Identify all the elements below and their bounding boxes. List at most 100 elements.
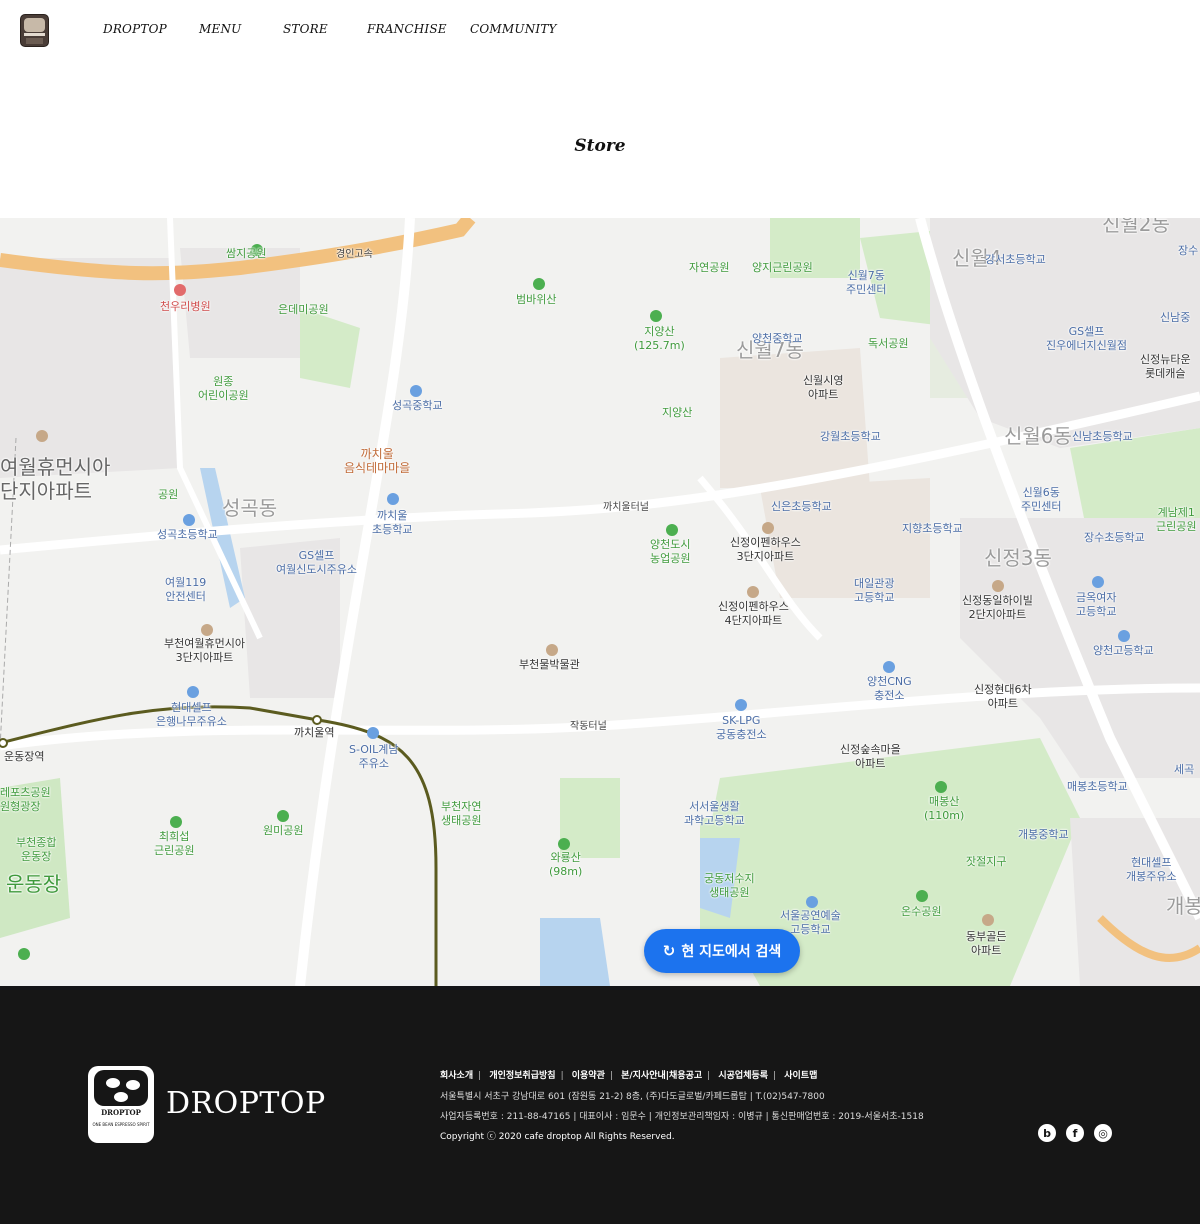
gas-station-marker-icon[interactable] — [187, 686, 199, 698]
map-label: 와룡산 (98m) — [549, 851, 583, 878]
apartment-marker-icon[interactable] — [762, 522, 774, 534]
map-label: SK-LPG 궁동충전소 — [716, 714, 767, 741]
apartment-marker-icon[interactable] — [982, 914, 994, 926]
gas-station-marker-icon[interactable] — [367, 727, 379, 739]
map-label: 신정이펜하우스 3단지아파트 — [730, 536, 801, 563]
coffee-bean-icon — [94, 1070, 148, 1106]
map-label: 매봉초등학교 — [1067, 780, 1128, 793]
map-label: 신월7동 주민센터 — [846, 269, 887, 296]
map-label: 지향초등학교 — [902, 522, 963, 535]
map-label: 대일관광 고등학교 — [854, 577, 895, 604]
mountain-marker-icon[interactable] — [650, 310, 662, 322]
map-label: 신은초등학교 — [771, 500, 832, 513]
instagram-icon[interactable]: ◎ — [1094, 1124, 1112, 1142]
gas-station-marker-icon[interactable] — [735, 699, 747, 711]
school-marker-icon[interactable] — [410, 385, 422, 397]
blog-icon[interactable]: b — [1038, 1124, 1056, 1142]
school-marker-icon[interactable] — [806, 896, 818, 908]
map-label: 신월6동 주민센터 — [1021, 486, 1062, 513]
map-label: 쌈지공원 — [226, 247, 267, 260]
map-label: 신정3동 — [984, 546, 1052, 570]
subway-station-marker[interactable] — [312, 715, 322, 725]
droptop-logo[interactable] — [20, 14, 49, 47]
map-label: 동부골든 아파트 — [966, 930, 1007, 957]
footer-address: 서울특별시 서초구 강남대로 601 (잠원동 21-2) 8층, (주)다도글… — [440, 1092, 825, 1102]
search-current-map-button[interactable]: ↻ 현 지도에서 검색 — [644, 929, 800, 973]
map-label: 양천도시 농업공원 — [650, 538, 691, 565]
map-label: 신남중 — [1160, 311, 1191, 324]
nav-menu[interactable]: MENU — [199, 22, 241, 36]
park-marker-icon[interactable] — [277, 810, 289, 822]
site-header: DROPTOP MENU STORE FRANCHISE COMMUNITY — [0, 0, 1200, 62]
map-label: 개봉 — [1166, 894, 1200, 918]
facebook-icon[interactable]: f — [1066, 1124, 1084, 1142]
museum-marker-icon[interactable] — [546, 644, 558, 656]
map-label: 은데미공원 — [278, 303, 329, 316]
park-marker-icon[interactable] — [18, 948, 30, 960]
school-marker-icon[interactable] — [1092, 576, 1104, 588]
gas-station-marker-icon[interactable] — [883, 661, 895, 673]
school-marker-icon[interactable] — [387, 493, 399, 505]
map-label: 양지근린공원 — [752, 261, 813, 274]
park-marker-icon[interactable] — [666, 524, 678, 536]
map-label: 지양산 (125.7m) — [634, 325, 685, 352]
nav-droptop[interactable]: DROPTOP — [103, 22, 167, 36]
nav-franchise[interactable]: FRANCHISE — [367, 22, 447, 36]
map-label: 강월초등학교 — [820, 430, 881, 443]
map-label: 신남초등학교 — [1072, 430, 1133, 443]
map-label: 부천자연 생태공원 — [441, 800, 482, 827]
map-label: 양천CNG 충전소 — [867, 675, 912, 702]
map-label: 경인고속 — [336, 249, 373, 260]
map-label: 신정뉴타운 롯데캐슬 — [1140, 353, 1191, 380]
footer-link-company[interactable]: 회사소개 — [440, 1071, 473, 1081]
park-marker-icon[interactable] — [170, 816, 182, 828]
school-marker-icon[interactable] — [183, 514, 195, 526]
footer-links: 회사소개 | 개인정보취급방침 | 이용약관 | 본/지사안내|채용공고 | 시공업체등… — [440, 1071, 818, 1081]
map-label: 현대셀프 은행나무주유소 — [156, 701, 227, 728]
map-label: 신정숲속마을 아파트 — [840, 743, 901, 770]
map-label: 신정이펜하우스 4단지아파트 — [718, 600, 789, 627]
map-label: 원미공원 — [263, 824, 304, 837]
footer-copyright: Copyright ⓒ 2020 cafe droptop All Rights… — [440, 1132, 675, 1142]
mountain-marker-icon[interactable] — [558, 838, 570, 850]
footer-logo-sub: ONE BEAN ESPRESSO SPIRIT — [92, 1122, 150, 1127]
map-label: 금옥여자 고등학교 — [1076, 591, 1117, 618]
apartment-marker-icon[interactable] — [992, 580, 1004, 592]
apartment-marker-icon[interactable] — [201, 624, 213, 636]
map-label: 계남제1 근린공원 — [1156, 506, 1197, 533]
nav-community[interactable]: COMMUNITY — [470, 22, 557, 36]
store-map[interactable]: 경인고속 쌈지공원 천우리병원 은데미공원 원종 어린이공원 범바위산 자연공원… — [0, 218, 1200, 986]
map-label: 까치울역 — [294, 726, 335, 739]
nav-store[interactable]: STORE — [283, 22, 328, 36]
apartment-marker-icon[interactable] — [36, 430, 48, 442]
school-marker-icon[interactable] — [1118, 630, 1130, 642]
footer-link-privacy[interactable]: 개인정보취급방침 — [489, 1071, 555, 1081]
map-label: 성곡동 — [222, 496, 278, 520]
map-label: 작동터널 — [570, 721, 607, 732]
footer-link-contractor[interactable]: 시공업체등록 — [718, 1071, 768, 1081]
footer-link-terms[interactable]: 이용약관 — [572, 1071, 605, 1081]
map-label: 잣절지구 — [966, 855, 1007, 868]
map-label: 운동장역 — [4, 750, 45, 763]
hospital-marker-icon[interactable] — [174, 284, 186, 296]
map-label: 원종 어린이공원 — [198, 375, 249, 402]
park-marker-icon[interactable] — [916, 890, 928, 902]
map-label: GS셀프 여월신도시주유소 — [276, 549, 357, 576]
map-label: 강서초등학교 — [985, 253, 1046, 266]
map-label: 독서공원 — [868, 337, 909, 350]
map-label: 부천여월휴먼시아 3단지아파트 — [164, 637, 245, 664]
mountain-marker-icon[interactable] — [533, 278, 545, 290]
map-label: 현대셀프 개봉주유소 — [1126, 856, 1177, 883]
footer-link-sitemap[interactable]: 사이트맵 — [784, 1071, 817, 1081]
map-label: 레포츠공원 원형광장 — [0, 786, 51, 813]
map-label: 세곡 — [1174, 763, 1195, 776]
apartment-marker-icon[interactable] — [747, 586, 759, 598]
map-label: 까치울 초등학교 — [372, 509, 413, 536]
map-label: 최희섭 근린공원 — [154, 830, 195, 857]
footer-link-branch[interactable]: 본/지사안내|채용공고 — [621, 1071, 702, 1081]
map-label: S-OIL계남 주유소 — [349, 743, 399, 770]
map-label: 지양산 — [662, 406, 693, 419]
mountain-marker-icon[interactable] — [935, 781, 947, 793]
map-label: 양천중학교 — [752, 332, 803, 345]
map-label: 여월휴먼시아 단지아파트 — [0, 455, 111, 503]
